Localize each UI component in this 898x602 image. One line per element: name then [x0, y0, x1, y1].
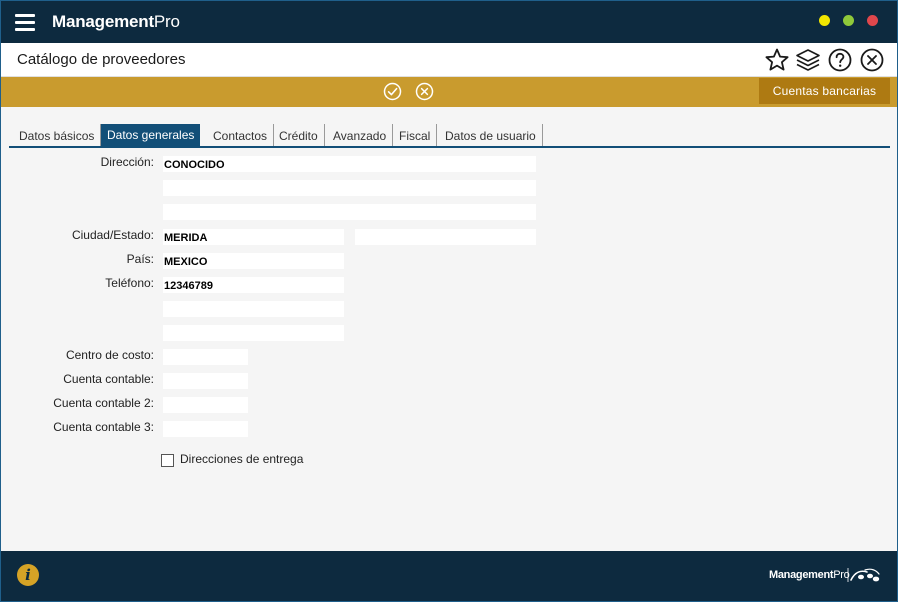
direccion-line-1-input[interactable] — [163, 156, 536, 172]
direccion-line-3-input[interactable] — [163, 204, 536, 220]
cuenta-contable-2-label: Cuenta contable 2: — [53, 396, 154, 410]
telefono-1-input[interactable] — [163, 277, 344, 293]
cuenta-contable-3-label: Cuenta contable 3: — [53, 420, 154, 434]
title-bar: ManagementPro — [1, 1, 897, 43]
maximize-button[interactable] — [843, 15, 854, 26]
telefono-label: Teléfono: — [105, 276, 154, 290]
direccion-label: Dirección: — [100, 155, 154, 169]
minimize-button[interactable] — [819, 15, 830, 26]
tab-datos-generales[interactable]: Datos generales — [101, 124, 201, 146]
bank-accounts-button[interactable]: Cuentas bancarias — [759, 78, 890, 104]
tab-datos-de-usuario[interactable]: Datos de usuario — [439, 124, 543, 146]
cuenta-contable-3-input[interactable] — [163, 421, 248, 437]
close-circle-icon[interactable] — [859, 47, 885, 73]
window-close-button[interactable] — [867, 15, 878, 26]
telefono-2-input[interactable] — [163, 301, 344, 317]
brand-bold: Management — [52, 12, 154, 31]
footer-bar: i ManagementPro — [1, 551, 897, 601]
brand-light: Pro — [153, 12, 180, 31]
footer-brand: ManagementPro — [769, 569, 850, 581]
tab-fiscal[interactable]: Fiscal — [393, 124, 438, 146]
tab-datos-basicos[interactable]: Datos básicos — [13, 124, 102, 146]
help-icon[interactable] — [827, 47, 853, 73]
star-icon[interactable] — [764, 47, 790, 73]
tab-contactos[interactable]: Contactos — [207, 124, 275, 146]
info-icon[interactable]: i — [17, 564, 39, 586]
tab-credito[interactable]: Crédito — [273, 124, 325, 146]
telefono-3-input[interactable] — [163, 325, 344, 341]
action-bar: Cuentas bancarias — [1, 77, 897, 107]
app-brand: ManagementPro — [52, 12, 180, 32]
page-title: Catálogo de proveedores — [17, 51, 186, 68]
centro-costo-input[interactable] — [163, 349, 248, 365]
cuenta-contable-input[interactable] — [163, 373, 248, 389]
tab-bar: Datos básicos Datos generales Contactos … — [9, 124, 890, 148]
cuenta-contable-2-input[interactable] — [163, 397, 248, 413]
direccion-line-2-input[interactable] — [163, 180, 536, 196]
layers-icon[interactable] — [795, 47, 821, 73]
app-window: ManagementPro Catálogo de proveedores Cu… — [1, 1, 897, 601]
tab-avanzado[interactable]: Avanzado — [327, 124, 394, 146]
ciudad-input[interactable] — [163, 229, 344, 245]
footer-brand-bold: Management — [769, 569, 834, 581]
confirm-icon[interactable] — [383, 82, 402, 101]
centro-costo-label: Centro de costo: — [65, 348, 154, 362]
pais-label: País: — [126, 252, 154, 266]
page-header: Catálogo de proveedores — [1, 43, 897, 77]
estado-input[interactable] — [355, 229, 536, 245]
direcciones-entrega-checkbox[interactable] — [161, 454, 174, 467]
menu-icon[interactable] — [15, 14, 35, 31]
ciudad-estado-label: Ciudad/Estado: — [71, 228, 154, 242]
footer-logo-icon — [847, 568, 880, 582]
cancel-icon[interactable] — [415, 82, 434, 101]
pais-input[interactable] — [163, 253, 344, 269]
cuenta-contable-label: Cuenta contable: — [63, 372, 154, 386]
direcciones-entrega-label[interactable]: Direcciones de entrega — [180, 452, 303, 466]
